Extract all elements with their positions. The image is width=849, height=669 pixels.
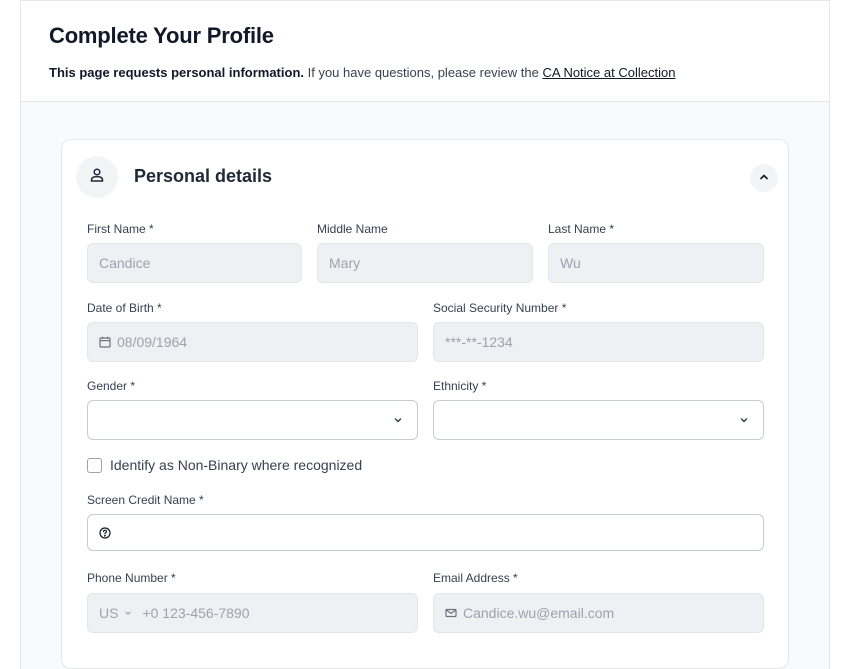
non-binary-checkbox[interactable] bbox=[87, 457, 102, 473]
chevron-up-icon bbox=[758, 171, 770, 186]
collapse-section-button[interactable] bbox=[750, 164, 778, 192]
middle-name-label: Middle Name bbox=[317, 222, 388, 236]
screen-credit-name-field[interactable] bbox=[87, 514, 764, 551]
email-value: Candice.wu@email.com bbox=[463, 605, 615, 621]
non-binary-option: Identify as Non-Binary where recognized bbox=[87, 457, 362, 473]
profile-form-frame: Complete Your Profile This page requests… bbox=[20, 0, 830, 669]
ca-notice-link[interactable]: CA Notice at Collection bbox=[542, 65, 675, 80]
dob-label: Date of Birth * bbox=[87, 301, 162, 315]
phone-placeholder: +0 123-456-7890 bbox=[142, 605, 250, 621]
first-name-value: Candice bbox=[99, 255, 151, 271]
phone-label: Phone Number * bbox=[87, 571, 176, 585]
ssn-value: ***-**-1234 bbox=[445, 334, 513, 350]
ssn-label: Social Security Number * bbox=[433, 301, 567, 315]
calendar-icon bbox=[99, 336, 111, 348]
notice-bold-text: This page requests personal information. bbox=[49, 65, 304, 80]
email-label: Email Address * bbox=[433, 571, 518, 585]
screen-credit-name-label: Screen Credit Name * bbox=[87, 493, 204, 507]
page-title: Complete Your Profile bbox=[49, 23, 274, 48]
middle-name-field[interactable]: Mary bbox=[317, 243, 533, 283]
first-name-label: First Name * bbox=[87, 222, 154, 236]
mail-icon bbox=[445, 607, 457, 619]
chevron-down-icon bbox=[124, 609, 132, 617]
section-icon-badge bbox=[76, 156, 118, 198]
user-icon bbox=[89, 167, 105, 188]
middle-name-value: Mary bbox=[329, 255, 361, 271]
ssn-field[interactable]: ***-**-1234 bbox=[433, 322, 764, 362]
last-name-field[interactable]: Wu bbox=[548, 243, 764, 283]
help-circle-icon[interactable] bbox=[99, 526, 111, 539]
gender-select[interactable] bbox=[87, 400, 418, 440]
personal-details-card: Personal details First Name * Candice Mi… bbox=[61, 139, 789, 669]
first-name-field[interactable]: Candice bbox=[87, 243, 302, 283]
gender-label: Gender * bbox=[87, 379, 136, 393]
ethnicity-label: Ethnicity * bbox=[433, 379, 487, 393]
phone-field[interactable]: US +0 123-456-7890 bbox=[87, 593, 418, 633]
country-code-value: US bbox=[99, 605, 119, 621]
ethnicity-select[interactable] bbox=[433, 400, 764, 440]
page-header: Complete Your Profile This page requests… bbox=[21, 1, 829, 102]
chevron-down-icon bbox=[393, 415, 403, 425]
non-binary-label[interactable]: Identify as Non-Binary where recognized bbox=[110, 457, 362, 473]
country-code-select[interactable]: US bbox=[99, 605, 132, 621]
section-title: Personal details bbox=[134, 166, 273, 186]
last-name-value: Wu bbox=[560, 255, 581, 271]
chevron-down-icon bbox=[739, 415, 749, 425]
section-header: Personal details bbox=[76, 156, 778, 198]
page: Complete Your Profile This page requests… bbox=[0, 0, 849, 669]
dob-value: 08/09/1964 bbox=[117, 334, 188, 350]
privacy-notice: This page requests personal information.… bbox=[49, 65, 675, 80]
dob-field[interactable]: 08/09/1964 bbox=[87, 322, 418, 362]
notice-text: If you have questions, please review the bbox=[304, 65, 543, 80]
last-name-label: Last Name * bbox=[548, 222, 615, 236]
email-field[interactable]: Candice.wu@email.com bbox=[433, 593, 764, 633]
